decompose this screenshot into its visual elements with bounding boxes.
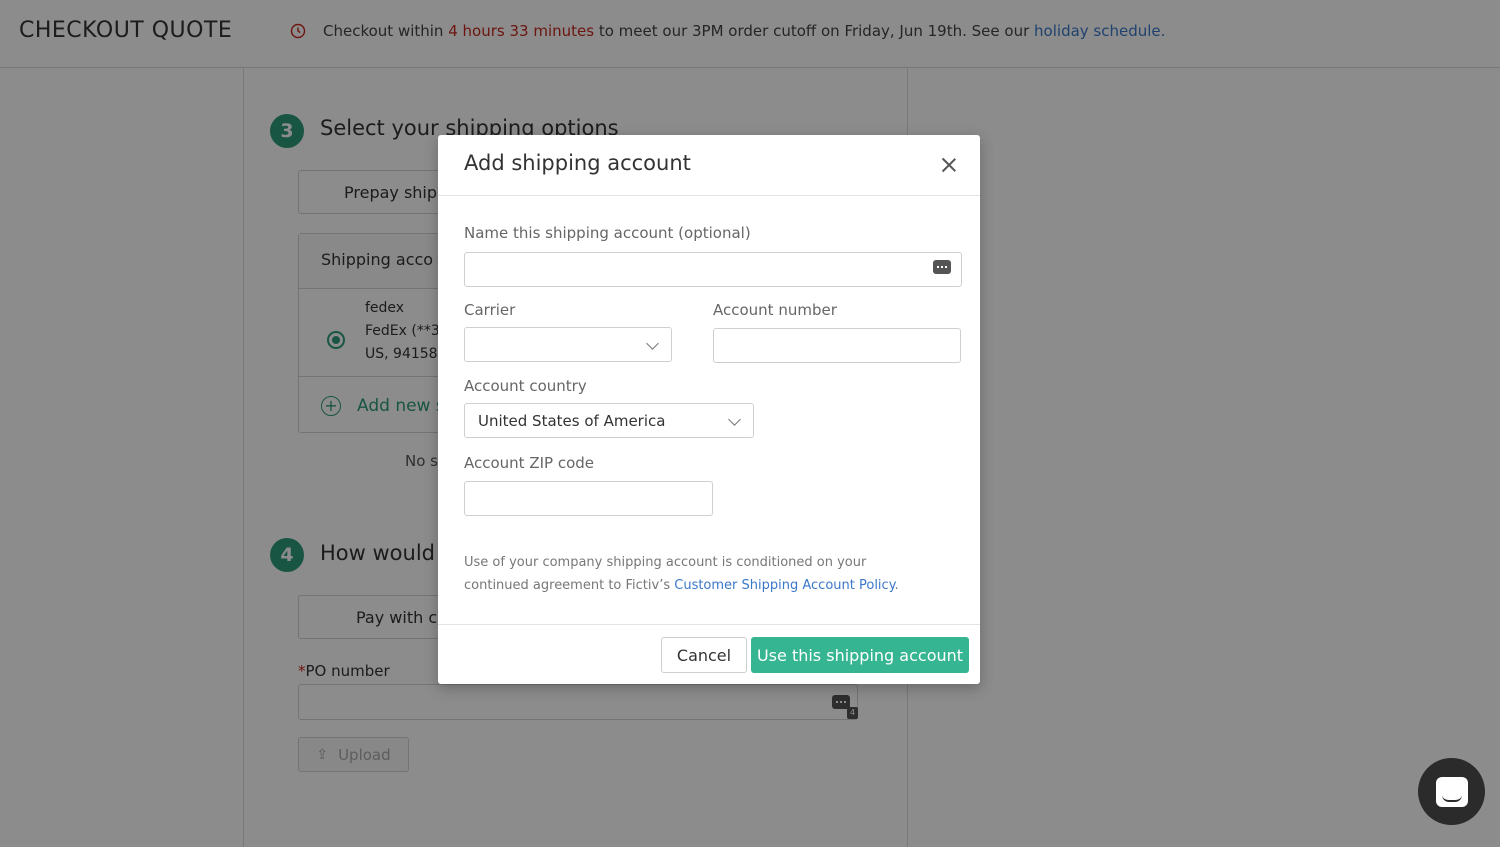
- account-name-input[interactable]: [464, 252, 962, 287]
- policy-link[interactable]: Customer Shipping Account Policy: [674, 578, 894, 593]
- modal-header: Add shipping account: [438, 135, 980, 196]
- keyboard-icon[interactable]: [933, 260, 951, 274]
- zip-code-input[interactable]: [464, 481, 713, 516]
- account-number-label: Account number: [713, 301, 837, 319]
- carrier-select[interactable]: [464, 327, 672, 362]
- chevron-down-icon: [728, 413, 741, 426]
- policy-end: .: [894, 578, 899, 593]
- chevron-down-icon: [646, 337, 659, 350]
- add-shipping-account-modal: Add shipping account Name this shipping …: [438, 135, 980, 684]
- chat-icon: [1435, 776, 1468, 807]
- account-number-input[interactable]: [713, 328, 961, 363]
- modal-footer-divider: [438, 624, 980, 625]
- use-shipping-account-button[interactable]: Use this shipping account: [751, 637, 969, 673]
- modal-title: Add shipping account: [464, 151, 691, 175]
- account-country-value: United States of America: [478, 412, 666, 430]
- cancel-button[interactable]: Cancel: [661, 637, 747, 673]
- account-country-label: Account country: [464, 377, 587, 395]
- account-country-select[interactable]: United States of America: [464, 403, 754, 438]
- policy-notice: Use of your company shipping account is …: [464, 551, 934, 597]
- account-name-label: Name this shipping account (optional): [464, 224, 751, 242]
- zip-code-label: Account ZIP code: [464, 454, 595, 472]
- carrier-label: Carrier: [464, 301, 516, 319]
- close-icon[interactable]: [938, 154, 960, 176]
- chat-launcher-button[interactable]: [1418, 758, 1485, 825]
